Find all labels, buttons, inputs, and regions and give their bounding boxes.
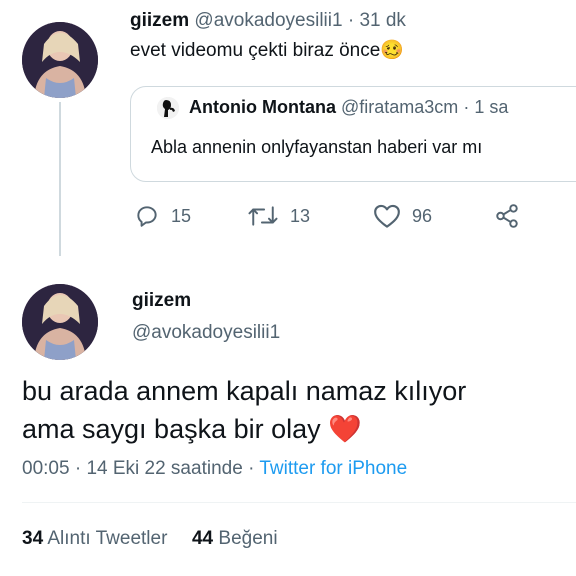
quote-tweets-stat[interactable]: 34 Alıntı Tweetler: [22, 528, 167, 549]
woozy-face-emoji: 🥴: [380, 40, 404, 61]
tweet-source[interactable]: Twitter for iPhone: [259, 458, 407, 479]
reply-button[interactable]: 15: [133, 203, 191, 229]
tweet-stats: 34 Alıntı Tweetler 44 Beğeni: [22, 528, 278, 550]
like-button[interactable]: 96: [372, 203, 432, 229]
likes-stat[interactable]: 44 Beğeni: [192, 528, 278, 549]
separator: ·: [248, 458, 255, 479]
share-button[interactable]: [493, 203, 521, 229]
retweet-button[interactable]: 13: [246, 203, 310, 229]
quoted-text: Abla annenin onlyfayanstan haberi var mı: [151, 137, 483, 157]
avatar[interactable]: [22, 284, 98, 360]
quoted-tweet[interactable]: Antonio Montana @firatama3cm · 1 sa Abla…: [130, 86, 576, 182]
like-count: 96: [412, 205, 433, 226]
retweet-count: 13: [290, 205, 311, 226]
display-name[interactable]: giizem: [132, 290, 191, 312]
handle[interactable]: @avokadoyesilii1: [194, 10, 342, 31]
separator: ·: [463, 97, 470, 117]
heart-outline-icon: [374, 204, 400, 228]
red-heart-emoji: ❤️: [328, 414, 362, 444]
tweet-date[interactable]: 14 Eki 22 saatinde: [86, 458, 242, 479]
thread-line: [59, 102, 61, 256]
retweet-icon: [248, 206, 278, 226]
tweet-text: bu arada annem kapalı namaz kılıyor ama …: [22, 376, 467, 444]
tweet-time[interactable]: 00:05: [22, 458, 70, 479]
quoted-header: Antonio Montana @firatama3cm · 1 sa: [189, 97, 508, 118]
separator: ·: [347, 10, 355, 31]
timestamp[interactable]: 31 dk: [359, 10, 405, 31]
quoted-display-name[interactable]: Antonio Montana: [189, 97, 336, 117]
share-icon: [496, 204, 518, 228]
tweet-text: evet videomu çekti biraz önce🥴: [130, 40, 404, 61]
quoted-avatar[interactable]: [157, 97, 179, 119]
reply-count: 15: [171, 205, 192, 226]
reply-header: giizem @avokadoyesilii1 · 31 dk: [130, 10, 406, 32]
avatar[interactable]: [22, 22, 98, 98]
handle[interactable]: @avokadoyesilii1: [132, 322, 280, 344]
quoted-timestamp[interactable]: 1 sa: [474, 97, 508, 117]
display-name[interactable]: giizem: [130, 10, 189, 31]
divider: [22, 502, 576, 503]
separator: ·: [74, 458, 82, 479]
reply-icon: [137, 206, 157, 227]
tweet-meta: 00:05 · 14 Eki 22 saatinde · Twitter for…: [22, 458, 407, 480]
quoted-handle[interactable]: @firatama3cm: [341, 97, 458, 117]
